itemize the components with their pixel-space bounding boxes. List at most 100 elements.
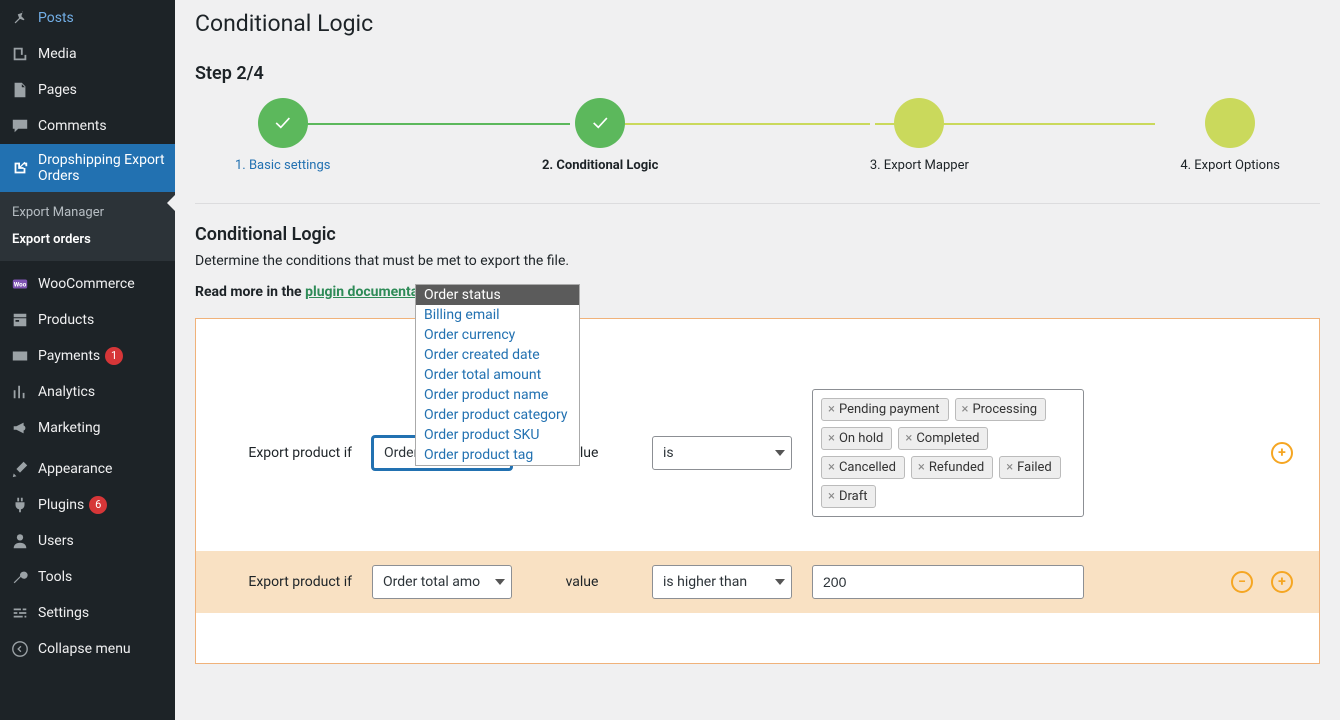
check-icon: ✓ bbox=[575, 98, 625, 148]
remove-tag-icon[interactable]: × bbox=[828, 402, 835, 417]
wrench-icon bbox=[10, 567, 30, 587]
pin-icon bbox=[10, 8, 30, 28]
sidebar-item-payments[interactable]: Payments1 bbox=[0, 338, 175, 374]
plug-icon bbox=[10, 495, 30, 515]
section-description: Determine the conditions that must be me… bbox=[195, 253, 795, 269]
admin-sidebar: Posts Media Pages Comments Dropshipping Expo… bbox=[0, 0, 175, 720]
select-value: is bbox=[663, 445, 674, 461]
dropdown-option[interactable]: Order status bbox=[416, 285, 579, 305]
sidebar-item-plugins[interactable]: Plugins6 bbox=[0, 487, 175, 523]
step-export-mapper[interactable]: 3. Export Mapper bbox=[870, 98, 969, 173]
dropdown-option[interactable]: Order created date bbox=[416, 345, 579, 365]
comment-icon bbox=[10, 116, 30, 136]
update-badge: 1 bbox=[105, 347, 123, 365]
sidebar-item-analytics[interactable]: Analytics bbox=[0, 374, 175, 410]
woo-icon: Woo bbox=[10, 274, 30, 294]
sidebar-item-label: Products bbox=[38, 312, 94, 328]
sidebar-item-comments[interactable]: Comments bbox=[0, 108, 175, 144]
dropdown-option[interactable]: Order currency bbox=[416, 325, 579, 345]
dropdown-option[interactable]: Order product SKU bbox=[416, 425, 579, 445]
status-tag[interactable]: ×Cancelled bbox=[821, 456, 905, 479]
sidebar-item-label: Collapse menu bbox=[38, 641, 131, 657]
rule-prefix-label: Export product if bbox=[222, 574, 352, 590]
sidebar-item-marketing[interactable]: Marketing bbox=[0, 410, 175, 446]
remove-tag-icon[interactable]: × bbox=[918, 460, 925, 475]
sidebar-item-woocommerce[interactable]: Woo WooCommerce bbox=[0, 266, 175, 302]
sidebar-item-settings[interactable]: Settings bbox=[0, 595, 175, 631]
operator-select[interactable]: is bbox=[652, 436, 792, 470]
sidebar-item-appearance[interactable]: Appearance bbox=[0, 451, 175, 487]
remove-tag-icon[interactable]: × bbox=[962, 402, 969, 417]
page-icon bbox=[10, 80, 30, 100]
submenu-item[interactable]: Export orders bbox=[0, 226, 175, 253]
dropdown-option[interactable]: Order total amount bbox=[416, 365, 579, 385]
dropdown-option[interactable]: Billing email bbox=[416, 305, 579, 325]
status-tag[interactable]: ×Draft bbox=[821, 485, 876, 508]
main-content: Conditional Logic Step 2/4 ✓ 1. Basic se… bbox=[175, 0, 1340, 720]
step-circle bbox=[1205, 98, 1255, 148]
chevron-down-icon bbox=[775, 450, 785, 456]
sidebar-item-posts[interactable]: Posts bbox=[0, 0, 175, 36]
remove-rule-icon[interactable] bbox=[1231, 571, 1253, 593]
page-title: Conditional Logic bbox=[195, 0, 1320, 43]
remove-tag-icon[interactable]: × bbox=[905, 431, 912, 446]
status-tag[interactable]: ×Processing bbox=[955, 398, 1047, 421]
step-conditional-logic[interactable]: ✓ 2. Conditional Logic bbox=[542, 98, 658, 173]
status-tag[interactable]: ×Completed bbox=[898, 427, 988, 450]
sidebar-item-label: Pages bbox=[38, 82, 77, 98]
remove-tag-icon[interactable]: × bbox=[828, 431, 835, 446]
wizard-stepper: ✓ 1. Basic settings ✓ 2. Conditional Log… bbox=[195, 98, 1320, 204]
submenu-item[interactable]: Export Manager bbox=[0, 199, 175, 226]
sidebar-item-label: Appearance bbox=[38, 461, 112, 477]
sidebar-item-label: Comments bbox=[38, 118, 107, 134]
box-icon bbox=[10, 310, 30, 330]
step-export-options[interactable]: 4. Export Options bbox=[1180, 98, 1280, 173]
section-title: Conditional Logic bbox=[195, 224, 1320, 245]
sidebar-item-label: Media bbox=[38, 46, 77, 62]
sidebar-item-label: WooCommerce bbox=[38, 276, 135, 292]
sidebar-item-label: Analytics bbox=[38, 384, 95, 400]
add-rule-icon[interactable] bbox=[1271, 442, 1293, 464]
sidebar-item-label: Settings bbox=[38, 605, 89, 621]
add-rule-icon[interactable] bbox=[1271, 571, 1293, 593]
megaphone-icon bbox=[10, 418, 30, 438]
sidebar-item-label: Marketing bbox=[38, 420, 101, 436]
value-input[interactable] bbox=[812, 565, 1084, 599]
sidebar-item-tools[interactable]: Tools bbox=[0, 559, 175, 595]
sidebar-item-media[interactable]: Media bbox=[0, 36, 175, 72]
submenu: Export ManagerExport orders bbox=[0, 192, 175, 261]
status-multiselect[interactable]: ×Pending payment ×Processing ×On hold ×Comp… bbox=[812, 389, 1084, 517]
step-label: 1. Basic settings bbox=[235, 158, 331, 173]
remove-tag-icon[interactable]: × bbox=[1006, 460, 1013, 475]
status-tag[interactable]: ×On hold bbox=[821, 427, 892, 450]
sidebar-item-dropshipping-export-orders[interactable]: Dropshipping Export OrdersExport Manager… bbox=[0, 144, 175, 261]
field-dropdown[interactable]: Order statusBilling emailOrder currencyO… bbox=[415, 284, 580, 466]
update-badge: 6 bbox=[89, 496, 107, 514]
payments-icon bbox=[10, 346, 30, 366]
select-value: is higher than bbox=[663, 574, 747, 590]
sidebar-item-label: Posts bbox=[38, 10, 74, 26]
sidebar-item-users[interactable]: Users bbox=[0, 523, 175, 559]
remove-tag-icon[interactable]: × bbox=[828, 489, 835, 504]
remove-tag-icon[interactable]: × bbox=[828, 460, 835, 475]
dropdown-option[interactable]: Order product name bbox=[416, 385, 579, 405]
dropdown-option[interactable]: Order product category bbox=[416, 405, 579, 425]
field-select[interactable]: Order total amo bbox=[372, 565, 512, 599]
status-tag[interactable]: ×Refunded bbox=[911, 456, 993, 479]
stepper-connector bbox=[300, 123, 570, 125]
svg-text:Woo: Woo bbox=[14, 281, 27, 289]
status-tag[interactable]: ×Pending payment bbox=[821, 398, 949, 421]
status-tag[interactable]: ×Failed bbox=[999, 456, 1061, 479]
step-basic-settings[interactable]: ✓ 1. Basic settings bbox=[235, 98, 331, 173]
operator-select[interactable]: is higher than bbox=[652, 565, 792, 599]
collapse-icon bbox=[10, 639, 30, 659]
brush-icon bbox=[10, 459, 30, 479]
dropdown-option[interactable]: Order product tag bbox=[416, 445, 579, 465]
sidebar-item-pages[interactable]: Pages bbox=[0, 72, 175, 108]
sliders-icon bbox=[10, 603, 30, 623]
rule-actions bbox=[1231, 571, 1293, 593]
step-label: 3. Export Mapper bbox=[870, 158, 969, 173]
sidebar-item-products[interactable]: Products bbox=[0, 302, 175, 338]
sidebar-item-collapse-menu[interactable]: Collapse menu bbox=[0, 631, 175, 667]
step-circle bbox=[894, 98, 944, 148]
